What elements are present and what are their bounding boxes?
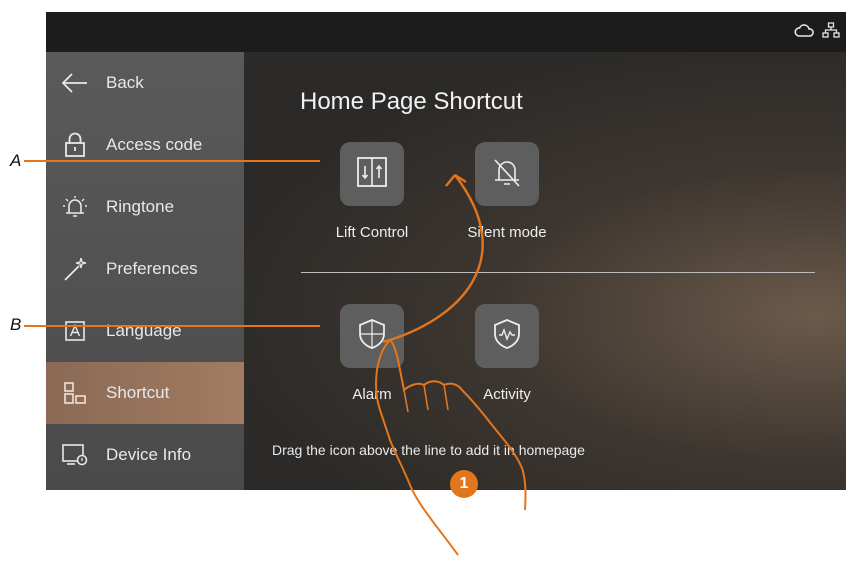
- drag-gesture-overlay: [375, 173, 527, 556]
- step-badge: 1: [450, 470, 478, 498]
